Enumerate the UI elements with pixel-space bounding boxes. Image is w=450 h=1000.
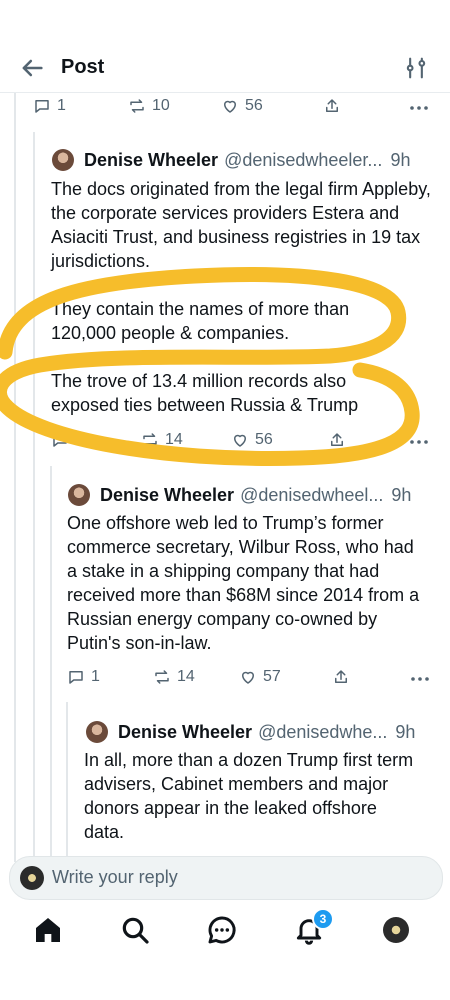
action-row: 1 10 56 xyxy=(33,94,433,118)
reply-count: 1 xyxy=(57,97,66,114)
nav-profile[interactable] xyxy=(380,914,412,946)
more-icon xyxy=(411,677,429,681)
repost-button[interactable]: 14 xyxy=(153,665,195,689)
avatar[interactable] xyxy=(68,484,90,506)
thread-line xyxy=(50,466,52,862)
action-row: 1 14 57 xyxy=(67,665,437,689)
share-button[interactable] xyxy=(323,94,341,118)
profile-avatar xyxy=(383,917,409,943)
repost-count: 14 xyxy=(165,431,183,448)
nav-home[interactable] xyxy=(32,914,64,946)
like-button[interactable]: 57 xyxy=(239,665,281,689)
avatar[interactable] xyxy=(86,721,108,743)
more-icon xyxy=(410,440,428,444)
comment-icon xyxy=(69,671,83,684)
share-icon xyxy=(331,433,343,446)
comment-icon xyxy=(53,434,67,447)
reply-button[interactable] xyxy=(51,428,75,452)
author-handle[interactable]: @denisedwhe... xyxy=(258,722,387,743)
heart-icon xyxy=(224,100,236,113)
author-name[interactable]: Denise Wheeler xyxy=(100,485,234,506)
nav-notifications[interactable]: 3 xyxy=(293,908,334,946)
arrow-left-icon xyxy=(22,59,43,77)
search-icon xyxy=(122,917,149,944)
comment-icon xyxy=(35,100,49,113)
tweet-paragraph: In all, more than a dozen Trump first te… xyxy=(84,750,414,842)
like-count: 56 xyxy=(255,431,273,448)
bottom-nav: 3 xyxy=(0,900,450,1000)
filter-button[interactable] xyxy=(402,54,430,82)
share-button[interactable] xyxy=(328,428,346,452)
tweet-body: The docs originated from the legal firm … xyxy=(51,177,433,417)
nav-messages[interactable] xyxy=(206,914,238,946)
home-icon xyxy=(36,918,60,942)
more-icon xyxy=(410,106,428,110)
author-name[interactable]: Denise Wheeler xyxy=(84,150,218,171)
repost-button[interactable]: 10 xyxy=(128,94,170,118)
more-button[interactable] xyxy=(409,428,429,452)
timestamp: 9h xyxy=(390,149,411,170)
tweet-header: Denise Wheeler @denisedwheel... 9h xyxy=(68,483,438,507)
reply-input[interactable]: Write your reply xyxy=(9,856,443,900)
chat-bubble-icon xyxy=(208,916,236,944)
reply-count: 1 xyxy=(91,668,100,685)
reply-placeholder: Write your reply xyxy=(52,867,178,887)
thread-line xyxy=(33,132,35,862)
like-button[interactable]: 56 xyxy=(231,428,273,452)
reply-button[interactable]: 1 xyxy=(33,94,66,118)
author-handle[interactable]: @denisedwheeler... xyxy=(224,150,382,171)
nav-search[interactable] xyxy=(119,914,151,946)
like-count: 57 xyxy=(263,668,281,685)
tweet-paragraph: The trove of 13.4 million records also e… xyxy=(51,371,359,415)
repost-count: 10 xyxy=(152,97,170,114)
repost-button[interactable]: 14 xyxy=(141,428,183,452)
tweet-paragraph: The docs originated from the legal firm … xyxy=(51,179,431,271)
repost-count: 14 xyxy=(177,668,195,685)
back-button[interactable] xyxy=(18,54,46,82)
repost-icon xyxy=(130,99,144,113)
user-avatar xyxy=(20,866,44,890)
action-row: 14 56 xyxy=(51,428,436,452)
tweet-body: One offshore web led to Trump’s former c… xyxy=(67,511,427,655)
tweet-paragraph: They contain the names of more than 120,… xyxy=(51,299,350,343)
thread-line xyxy=(14,92,16,862)
tweet-header: Denise Wheeler @denisedwhe... 9h xyxy=(86,720,438,744)
repost-icon xyxy=(155,670,169,684)
more-button[interactable] xyxy=(410,665,430,689)
thread-line xyxy=(66,702,68,862)
reply-button[interactable]: 1 xyxy=(67,665,100,689)
more-button[interactable] xyxy=(409,94,429,118)
notification-badge: 3 xyxy=(312,908,334,930)
repost-icon xyxy=(143,433,157,447)
tweet-paragraph: One offshore web led to Trump’s former c… xyxy=(67,513,420,653)
avatar[interactable] xyxy=(52,149,74,171)
author-handle[interactable]: @denisedwheel... xyxy=(240,485,383,506)
header: Post xyxy=(0,0,450,93)
sliders-icon xyxy=(406,57,426,79)
share-button[interactable] xyxy=(332,665,350,689)
page-title: Post xyxy=(61,56,105,78)
like-button[interactable]: 56 xyxy=(221,94,263,118)
timestamp: 9h xyxy=(395,721,416,742)
share-icon xyxy=(326,99,338,112)
like-count: 56 xyxy=(245,97,263,114)
share-icon xyxy=(335,670,347,683)
timestamp: 9h xyxy=(391,484,412,505)
heart-icon xyxy=(234,434,246,447)
heart-icon xyxy=(242,671,254,684)
tweet-body: In all, more than a dozen Trump first te… xyxy=(84,748,419,844)
tweet-header: Denise Wheeler @denisedwheeler... 9h xyxy=(52,148,437,172)
author-name[interactable]: Denise Wheeler xyxy=(118,722,252,743)
